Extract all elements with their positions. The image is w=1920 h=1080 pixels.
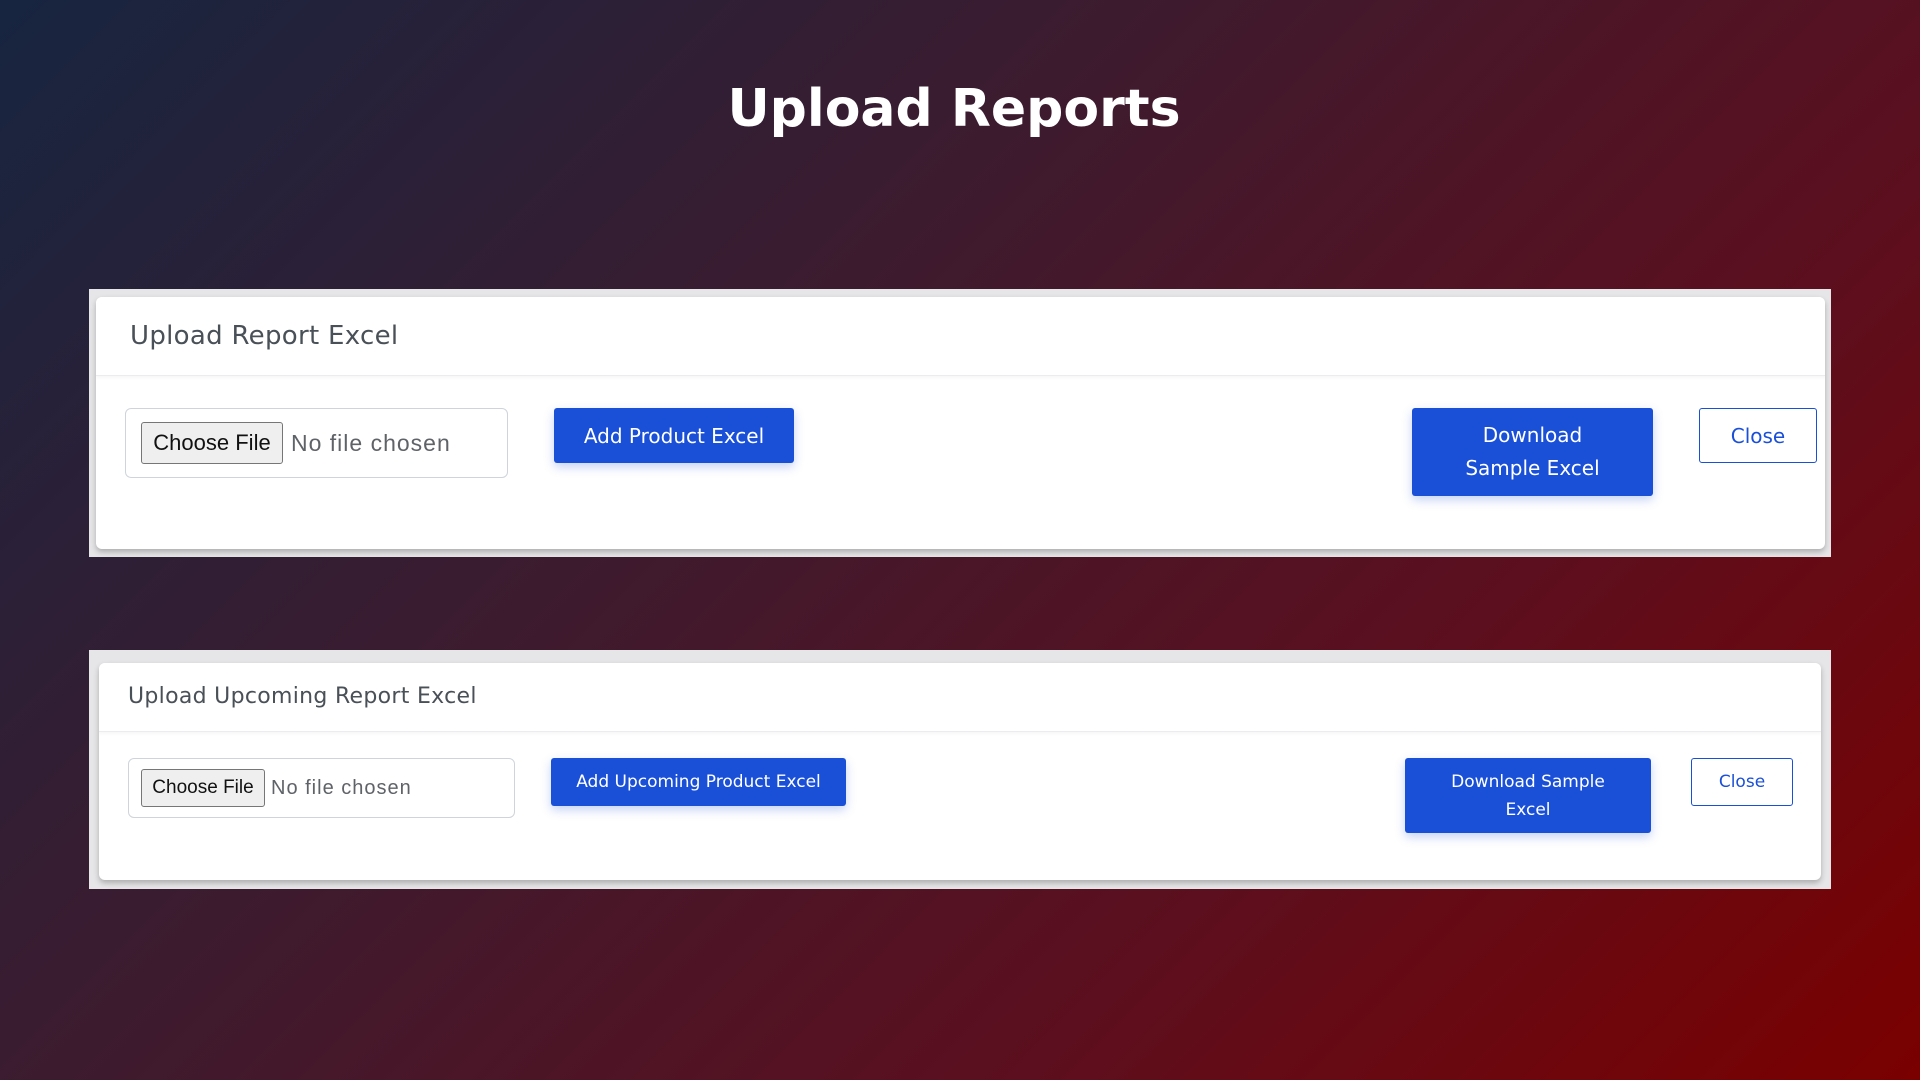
upload-upcoming-report-card: Upload Upcoming Report Excel Choose File…	[99, 663, 1821, 880]
add-upcoming-product-excel-button[interactable]: Add Upcoming Product Excel	[551, 758, 846, 806]
close-button[interactable]: Close	[1699, 408, 1817, 463]
upload-report-card: Upload Report Excel Choose File No file …	[96, 297, 1825, 549]
file-status-text: No file chosen	[291, 429, 451, 456]
file-input[interactable]: Choose File No file chosen	[125, 408, 508, 478]
download-sample-excel-button[interactable]: Download Sample Excel	[1412, 408, 1653, 496]
file-status-text: No file chosen	[271, 776, 412, 799]
close-button[interactable]: Close	[1691, 758, 1793, 806]
upload-report-panel: Upload Report Excel Choose File No file …	[89, 289, 1831, 557]
upload-upcoming-report-panel: Upload Upcoming Report Excel Choose File…	[89, 650, 1831, 889]
choose-file-button[interactable]: Choose File	[141, 422, 283, 464]
file-input[interactable]: Choose File No file chosen	[128, 758, 515, 818]
card-header-title: Upload Upcoming Report Excel	[99, 663, 1821, 732]
choose-file-button[interactable]: Choose File	[141, 769, 265, 807]
download-sample-excel-button[interactable]: Download Sample Excel	[1405, 758, 1651, 833]
page-title: Upload Reports	[727, 79, 1181, 139]
add-product-excel-button[interactable]: Add Product Excel	[554, 408, 794, 463]
card-header-title: Upload Report Excel	[96, 297, 1825, 376]
